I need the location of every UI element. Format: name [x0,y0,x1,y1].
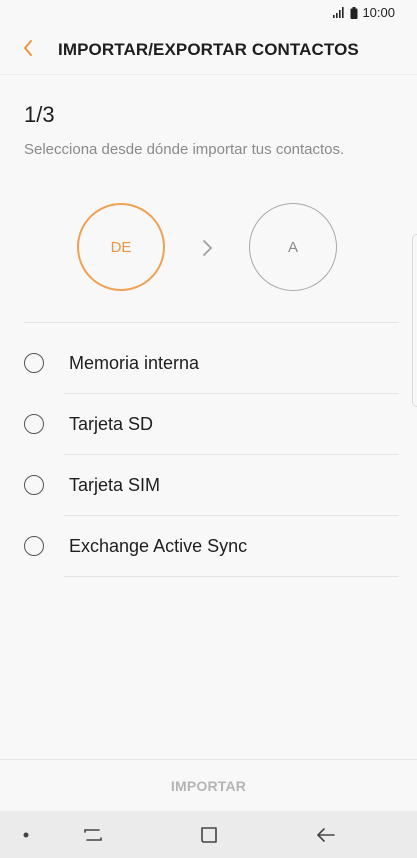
option-memoria-interna[interactable]: Memoria interna [0,333,417,394]
app-header: IMPORTAR/EXPORTAR CONTACTOS [0,28,417,75]
footer-bar: IMPORTAR [0,759,417,812]
back-arrow-icon[interactable] [314,823,338,847]
recents-icon[interactable] [81,823,105,847]
edge-scroll-indicator[interactable] [412,234,417,407]
step-count: 1/3 [24,102,55,127]
navigation-bar [0,811,417,858]
step-to-label: A [287,238,298,256]
radio-button[interactable] [24,475,44,495]
status-icons: 10:00 [332,5,395,20]
chevron-left-icon [22,39,34,62]
page-title: IMPORTAR/EXPORTAR CONTACTOS [58,40,359,59]
source-options-list: Memoria interna Tarjeta SD Tarjeta SIM E… [0,333,417,577]
status-bar: 10:00 [0,0,417,28]
battery-icon [350,6,358,19]
radio-button[interactable] [24,536,44,556]
step-from-circle: DE [77,203,165,291]
status-time: 10:00 [362,5,395,20]
option-tarjeta-sd[interactable]: Tarjeta SD [0,394,417,455]
list-divider [64,576,399,577]
section-divider [24,322,399,323]
option-label: Tarjeta SD [69,414,154,434]
radio-button[interactable] [24,353,44,373]
option-label: Memoria interna [69,353,200,373]
home-icon[interactable] [197,823,221,847]
back-button[interactable] [14,36,42,64]
import-button[interactable]: IMPORTAR [0,760,417,812]
option-exchange-active-sync[interactable]: Exchange Active Sync [0,516,417,577]
option-label: Tarjeta SIM [69,475,161,495]
step-to-circle: A [249,203,337,291]
step-from-label: DE [110,238,132,256]
option-tarjeta-sim[interactable]: Tarjeta SIM [0,455,417,516]
option-label: Exchange Active Sync [69,536,248,556]
instructions-text: Selecciona desde dónde importar tus cont… [24,141,345,158]
chevron-right-icon [200,238,214,263]
dot-icon[interactable] [14,823,38,847]
radio-button[interactable] [24,414,44,434]
signal-icon [332,7,346,18]
